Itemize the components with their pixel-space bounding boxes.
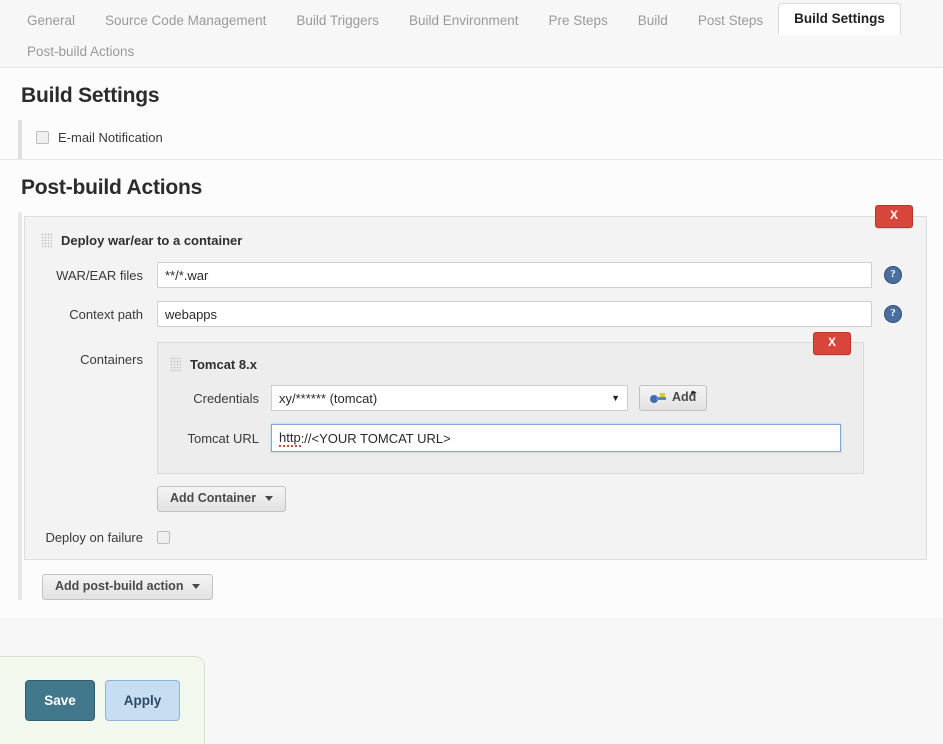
tab-row-primary: General Source Code Management Build Tri…	[0, 0, 943, 36]
deploy-panel-title: Deploy war/ear to a container	[61, 233, 243, 248]
post-build-actions-area: X Deploy war/ear to a container WAR/EAR …	[0, 205, 943, 618]
add-credentials-button[interactable]: Add	[639, 385, 708, 411]
chevron-down-icon: ▼	[611, 392, 620, 403]
add-post-build-action-wrap: Add post-build action	[18, 560, 927, 618]
tomcat-container-panel: X Tomcat 8.x Credentials xy/****** (tomc…	[157, 332, 864, 474]
tomcat-url-label: Tomcat URL	[187, 430, 259, 446]
delete-container-button[interactable]: X	[813, 332, 851, 355]
add-container-wrap: Add Container	[157, 474, 864, 512]
credentials-label: Credentials	[193, 390, 259, 406]
container-title: Tomcat 8.x	[190, 357, 257, 372]
deploy-on-failure-checkbox[interactable]	[157, 530, 170, 544]
drag-handle-icon[interactable]	[41, 233, 52, 248]
main-content: Build Settings E-mail Notification Post-…	[0, 68, 943, 618]
add-container-button[interactable]: Add Container	[157, 486, 287, 512]
containers-row: Containers X Tomcat 8.x Credentials xy/*…	[25, 332, 926, 512]
tab-build-settings[interactable]: Build Settings	[778, 2, 901, 35]
tab-row-secondary: Post-build Actions	[0, 34, 943, 67]
tab-post-steps[interactable]: Post Steps	[683, 6, 778, 36]
add-container-label: Add Container	[170, 491, 257, 505]
war-ear-files-input[interactable]	[157, 262, 872, 288]
tomcat-url-rest: ://<YOUR TOMCAT URL>	[300, 430, 451, 446]
drag-handle-icon[interactable]	[170, 357, 181, 372]
form-action-bar: Save Apply	[0, 656, 205, 744]
email-notification-label: E-mail Notification	[58, 130, 163, 145]
save-button[interactable]: Save	[25, 680, 95, 721]
delete-deploy-panel-button[interactable]: X	[875, 205, 913, 228]
war-ear-files-row: WAR/EAR files ?	[25, 258, 926, 292]
credentials-row: Credentials xy/****** (tomcat) ▼ Add	[158, 381, 863, 415]
container-title-row: Tomcat 8.x	[158, 353, 863, 381]
tomcat-url-row: Tomcat URL http://<YOUR TOMCAT URL>	[158, 420, 863, 456]
add-post-build-action-label: Add post-build action	[55, 578, 184, 593]
post-build-left-accent	[18, 212, 22, 600]
tomcat-url-input[interactable]: http://<YOUR TOMCAT URL>	[271, 424, 841, 452]
key-icon	[650, 392, 666, 404]
deploy-war-panel: X Deploy war/ear to a container WAR/EAR …	[24, 205, 927, 560]
deploy-on-failure-label: Deploy on failure	[45, 529, 143, 545]
credentials-select[interactable]: xy/****** (tomcat) ▼	[271, 385, 628, 411]
containers-stack: X Tomcat 8.x Credentials xy/****** (tomc…	[157, 332, 864, 512]
email-notification-row: E-mail Notification	[18, 120, 943, 159]
post-build-actions-heading: Post-build Actions	[21, 176, 203, 199]
tab-general[interactable]: General	[12, 6, 90, 36]
tab-source-code-management[interactable]: Source Code Management	[90, 6, 281, 36]
help-icon-context-path[interactable]: ?	[884, 305, 902, 323]
add-post-build-action-button[interactable]: Add post-build action	[42, 573, 214, 600]
credentials-selected-value: xy/****** (tomcat)	[279, 390, 378, 406]
tab-build-triggers[interactable]: Build Triggers	[281, 6, 394, 36]
deploy-panel-title-row: Deploy war/ear to a container	[25, 227, 926, 258]
apply-button[interactable]: Apply	[105, 680, 180, 721]
context-path-label: Context path	[69, 306, 143, 322]
tab-build[interactable]: Build	[623, 6, 683, 36]
tab-bar: General Source Code Management Build Tri…	[0, 0, 943, 68]
build-settings-heading: Build Settings	[21, 84, 160, 107]
chevron-down-icon	[265, 496, 274, 502]
war-ear-files-label: WAR/EAR files	[56, 267, 143, 283]
tomcat-url-scheme: http	[279, 429, 301, 447]
tab-pre-steps[interactable]: Pre Steps	[534, 6, 623, 36]
tab-build-environment[interactable]: Build Environment	[394, 6, 534, 36]
tab-post-build-actions[interactable]: Post-build Actions	[12, 37, 149, 67]
help-icon-war-ear-files[interactable]: ?	[884, 266, 902, 284]
containers-label: Containers	[80, 352, 143, 367]
chevron-down-icon	[192, 584, 201, 590]
context-path-input[interactable]	[157, 301, 872, 327]
email-notification-checkbox[interactable]	[36, 131, 49, 144]
deploy-on-failure-row: Deploy on failure	[25, 512, 926, 545]
context-path-row: Context path ?	[25, 297, 926, 331]
